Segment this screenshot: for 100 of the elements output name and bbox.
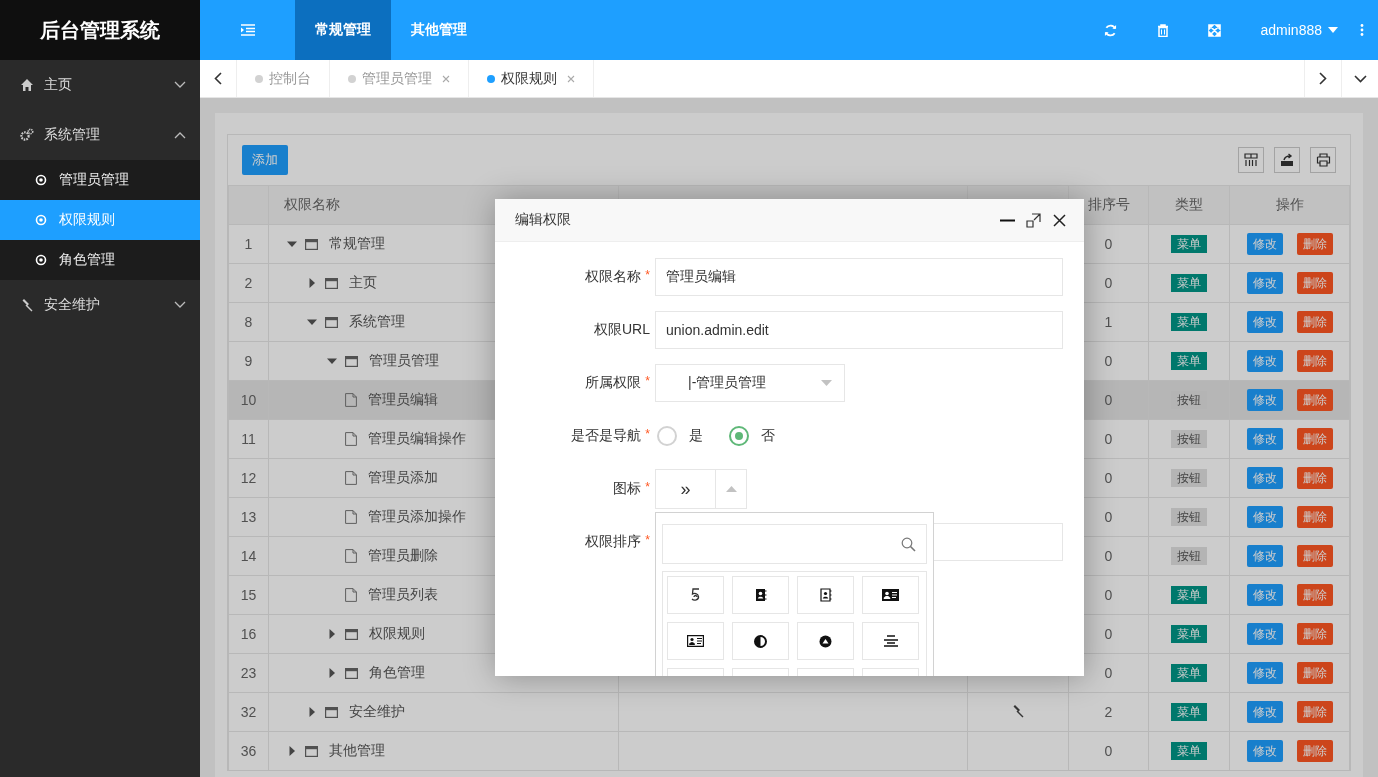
delete-button[interactable]: 删除 xyxy=(1296,740,1333,762)
delete-button[interactable]: 删除 xyxy=(1296,584,1333,606)
type-tag: 按钮 xyxy=(1171,508,1207,526)
edit-button[interactable]: 修改 xyxy=(1246,623,1283,645)
icon-option[interactable] xyxy=(732,622,789,660)
delete-button[interactable]: 删除 xyxy=(1296,311,1333,333)
edit-button[interactable]: 修改 xyxy=(1246,350,1283,372)
delete-button[interactable]: 删除 xyxy=(1296,623,1333,645)
home-icon xyxy=(20,78,34,92)
expand-arrow-icon[interactable] xyxy=(307,317,317,327)
user-menu[interactable]: admin888 xyxy=(1240,22,1346,38)
contact-card-icon xyxy=(754,588,767,602)
edit-button[interactable]: 修改 xyxy=(1246,740,1283,762)
maximize-icon xyxy=(1025,212,1041,228)
window-icon xyxy=(305,745,318,757)
table-cell: 36 xyxy=(228,731,269,771)
icon-option[interactable] xyxy=(797,622,854,660)
delete-button[interactable]: 删除 xyxy=(1296,272,1333,294)
file-icon xyxy=(345,549,357,563)
type-tag: 菜单 xyxy=(1171,274,1207,292)
window-icon xyxy=(345,628,358,640)
print-button[interactable] xyxy=(1310,147,1336,173)
delete-button[interactable]: 删除 xyxy=(1296,233,1333,255)
icon-option[interactable] xyxy=(862,622,919,660)
edit-button[interactable]: 修改 xyxy=(1246,545,1283,567)
edit-button[interactable]: 修改 xyxy=(1246,428,1283,450)
nav-tab[interactable]: 其他管理 xyxy=(391,0,487,60)
menu-icon xyxy=(240,24,255,36)
radio-button[interactable] xyxy=(729,426,749,446)
type-tag: 按钮 xyxy=(1171,430,1207,448)
expand-arrow-icon[interactable] xyxy=(287,746,297,756)
delete-button[interactable]: 删除 xyxy=(1296,389,1333,411)
edit-button[interactable]: 修改 xyxy=(1246,662,1283,684)
sidebar-item[interactable]: 安全维护 xyxy=(0,280,200,330)
export-button[interactable] xyxy=(1274,147,1300,173)
icon-option[interactable] xyxy=(667,622,724,660)
icon-option[interactable] xyxy=(732,576,789,614)
tree-node-label: 常规管理 xyxy=(329,235,385,253)
radio-button[interactable] xyxy=(657,426,677,446)
window-icon xyxy=(325,706,338,718)
file-icon xyxy=(345,393,357,407)
caret-circle-icon xyxy=(819,634,832,648)
edit-button[interactable]: 修改 xyxy=(1246,467,1283,489)
delete-button[interactable]: 删除 xyxy=(1296,467,1333,489)
edit-button[interactable]: 修改 xyxy=(1246,584,1283,606)
delete-button[interactable]: 删除 xyxy=(1296,350,1333,372)
delete-button[interactable]: 删除 xyxy=(1296,701,1333,723)
table-row[interactable]: 32 安全维护 2 菜单 修改 删除 xyxy=(228,692,1350,732)
dot-icon xyxy=(348,74,356,83)
sidebar-item[interactable]: 主页 xyxy=(0,60,200,110)
type-tag: 菜单 xyxy=(1171,664,1207,682)
radio-label: 是 xyxy=(689,427,703,445)
expand-arrow-icon[interactable] xyxy=(287,239,297,249)
tree-node-label: 权限规则 xyxy=(369,625,425,643)
select-field[interactable]: |-管理员管理 xyxy=(655,364,845,402)
page-tab[interactable]: 管理员管理 xyxy=(330,60,469,97)
edit-button[interactable]: 修改 xyxy=(1246,311,1283,333)
radio-label: 否 xyxy=(761,427,775,445)
page-tab[interactable]: 控制台 xyxy=(237,60,330,97)
expand-arrow-icon[interactable] xyxy=(307,707,317,717)
contrast-icon xyxy=(754,634,767,648)
text-field[interactable]: 管理员编辑 xyxy=(655,258,1063,296)
contact-card-icon xyxy=(819,588,832,602)
tree-node-label: 管理员添加 xyxy=(368,469,438,487)
refresh-icon xyxy=(1104,23,1117,37)
expand-arrow-icon[interactable] xyxy=(307,278,317,288)
expand-arrow-icon[interactable] xyxy=(327,668,337,678)
edit-button[interactable]: 修改 xyxy=(1246,701,1283,723)
sidebar-subitem[interactable]: 角色管理 xyxy=(0,240,200,280)
tree-node-label: 管理员删除 xyxy=(368,547,438,565)
page-tab[interactable]: 权限规则 xyxy=(469,60,594,97)
delete-button[interactable]: 删除 xyxy=(1296,506,1333,528)
chevron-right-icon xyxy=(1319,72,1327,85)
edit-button[interactable]: 修改 xyxy=(1246,389,1283,411)
icon-picker[interactable]: » xyxy=(655,469,747,509)
nav-tab[interactable]: 常规管理 xyxy=(295,0,391,60)
sidebar-item[interactable]: 系统管理 xyxy=(0,110,200,160)
expand-arrow-icon[interactable] xyxy=(327,356,337,366)
table-cell: 16 xyxy=(228,614,269,654)
table-cell: 32 xyxy=(228,692,269,732)
table-cell: 15 xyxy=(228,575,269,615)
edit-button[interactable]: 修改 xyxy=(1246,233,1283,255)
expand-arrow-icon[interactable] xyxy=(327,629,337,639)
delete-button[interactable]: 删除 xyxy=(1296,428,1333,450)
columns-button[interactable] xyxy=(1238,147,1264,173)
edit-button[interactable]: 修改 xyxy=(1246,506,1283,528)
text-field[interactable]: union.admin.edit xyxy=(655,311,1063,349)
edit-button[interactable]: 修改 xyxy=(1246,272,1283,294)
print-icon xyxy=(1315,153,1331,167)
sidebar-subitem[interactable]: 权限规则 xyxy=(0,200,200,240)
icon-option[interactable] xyxy=(862,576,919,614)
table-cell: 8 xyxy=(228,302,269,342)
table-cell: 11 xyxy=(228,419,269,459)
add-button[interactable]: 添加 xyxy=(242,145,288,175)
sidebar-subitem[interactable]: 管理员管理 xyxy=(0,160,200,200)
delete-button[interactable]: 删除 xyxy=(1296,545,1333,567)
table-row[interactable]: 36 其他管理 0 菜单 修改 删除 xyxy=(228,731,1350,771)
delete-button[interactable]: 删除 xyxy=(1296,662,1333,684)
required-mark: * xyxy=(645,268,650,284)
search-field[interactable] xyxy=(662,524,927,564)
